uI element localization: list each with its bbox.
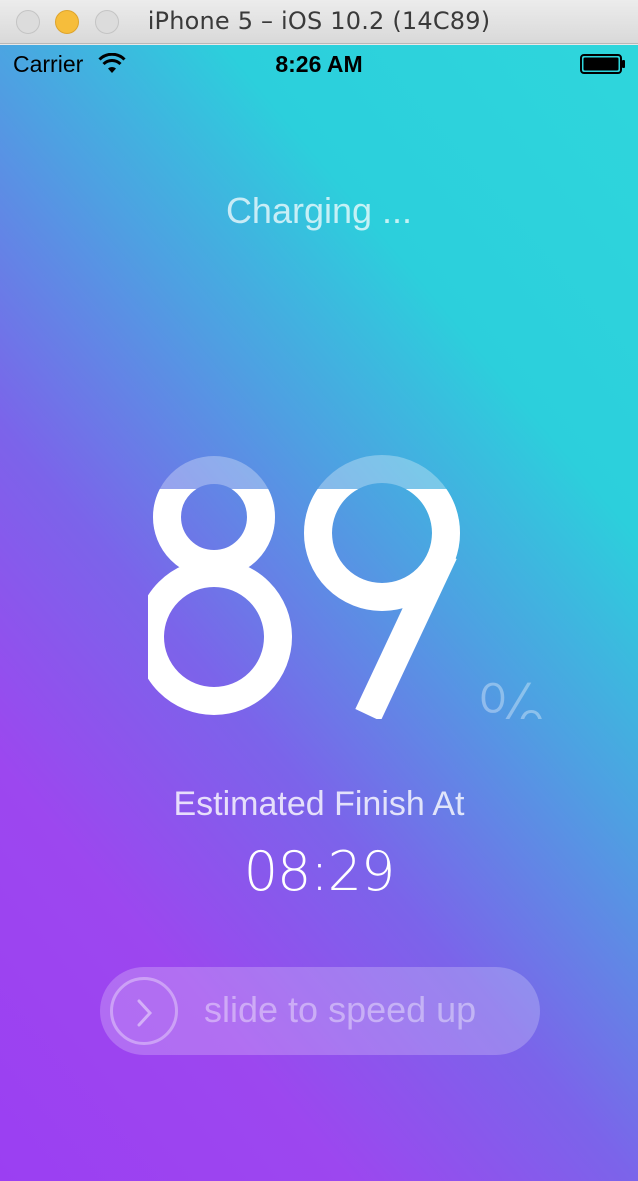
- speed-up-slider[interactable]: slide to speed up: [100, 967, 540, 1055]
- battery-icon: [580, 54, 625, 74]
- window-title: iPhone 5 – iOS 10.2 (14C89): [147, 7, 491, 35]
- slider-label: slide to speed up: [204, 989, 477, 1030]
- chevron-right-icon: [137, 999, 153, 1027]
- window-titlebar: iPhone 5 – iOS 10.2 (14C89): [0, 0, 638, 44]
- battery-percent-gauge: %: [148, 455, 548, 719]
- slider-knob[interactable]: [110, 977, 178, 1045]
- app-screen: Carrier 8:26 AM Charging ... % Estimated…: [0, 45, 638, 1181]
- estimated-finish-time: 08:29: [243, 840, 396, 903]
- percent-symbol: %: [476, 668, 548, 719]
- estimated-finish-label: Estimated Finish At: [173, 785, 465, 823]
- status-time: 8:26 AM: [275, 51, 363, 77]
- charging-status: Charging ...: [225, 190, 413, 231]
- status-bar: Carrier 8:26 AM: [0, 45, 638, 85]
